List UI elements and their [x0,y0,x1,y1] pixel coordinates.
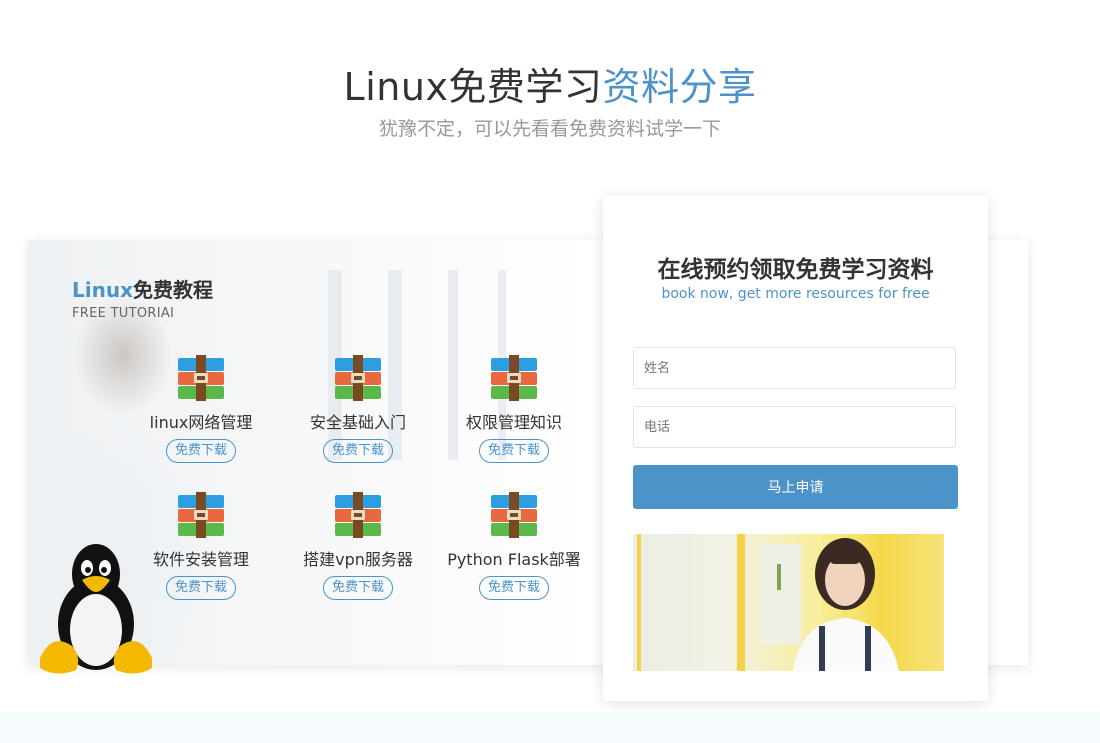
tutorial-item-name: 搭建vpn服务器 [303,550,413,569]
tutorial-item: 安全基础入门 免费下载 [278,355,438,463]
download-button[interactable]: 免费下载 [165,439,236,463]
tutorial-title: Linux免费教程 [72,274,213,303]
tutorial-item-name: linux网络管理 [149,413,253,432]
download-button[interactable]: 免费下载 [165,576,236,600]
tutorial-title-rest: 免费教程 [132,278,213,302]
tux-penguin-icon [40,544,152,674]
tutorial-item: linux网络管理 免费下载 [121,355,281,463]
bottom-section-background [0,712,1100,743]
tutorial-item-name: Python Flask部署 [447,550,581,569]
section-title: Linux免费学习资料分享 [0,56,1100,111]
phone-input[interactable] [633,406,956,448]
archive-icon [491,355,537,401]
form-title: 在线预约领取免费学习资料 [657,257,934,283]
download-button[interactable]: 免费下载 [478,576,549,600]
promo-photo [633,534,944,671]
form-subtitle: book now, get more resources for free [661,286,930,302]
tutorial-item: Python Flask部署 免费下载 [434,492,594,600]
name-input[interactable] [633,347,956,389]
section-subtitle: 犹豫不定，可以先看看免费资料试学一下 [378,118,721,140]
download-button[interactable]: 免费下载 [322,439,393,463]
archive-icon [178,492,224,538]
appointment-form-card: 在线预约领取免费学习资料 book now, get more resource… [603,196,988,701]
archive-icon [178,355,224,401]
tutorial-item-name: 安全基础入门 [309,413,406,432]
tutorial-title-accent: Linux [72,278,133,302]
tutorial-item: 搭建vpn服务器 免费下载 [278,492,438,600]
tutorial-subtitle: FREE TUTORIAI [72,306,175,321]
apply-now-button[interactable]: 马上申请 [633,465,958,509]
section-title-main: Linux免费学习 [343,65,603,109]
download-button[interactable]: 免费下载 [478,439,549,463]
promo-photo-illustration [637,534,899,671]
tutorial-item-name: 权限管理知识 [465,413,562,432]
download-button[interactable]: 免费下载 [322,576,393,600]
archive-icon [335,355,381,401]
tutorial-item: 权限管理知识 免费下载 [434,355,594,463]
section-title-accent: 资料分享 [602,65,757,109]
page: Linux免费学习资料分享 犹豫不定，可以先看看免费资料试学一下 Linux免费… [0,0,1100,743]
archive-icon [491,492,537,538]
archive-icon [335,492,381,538]
